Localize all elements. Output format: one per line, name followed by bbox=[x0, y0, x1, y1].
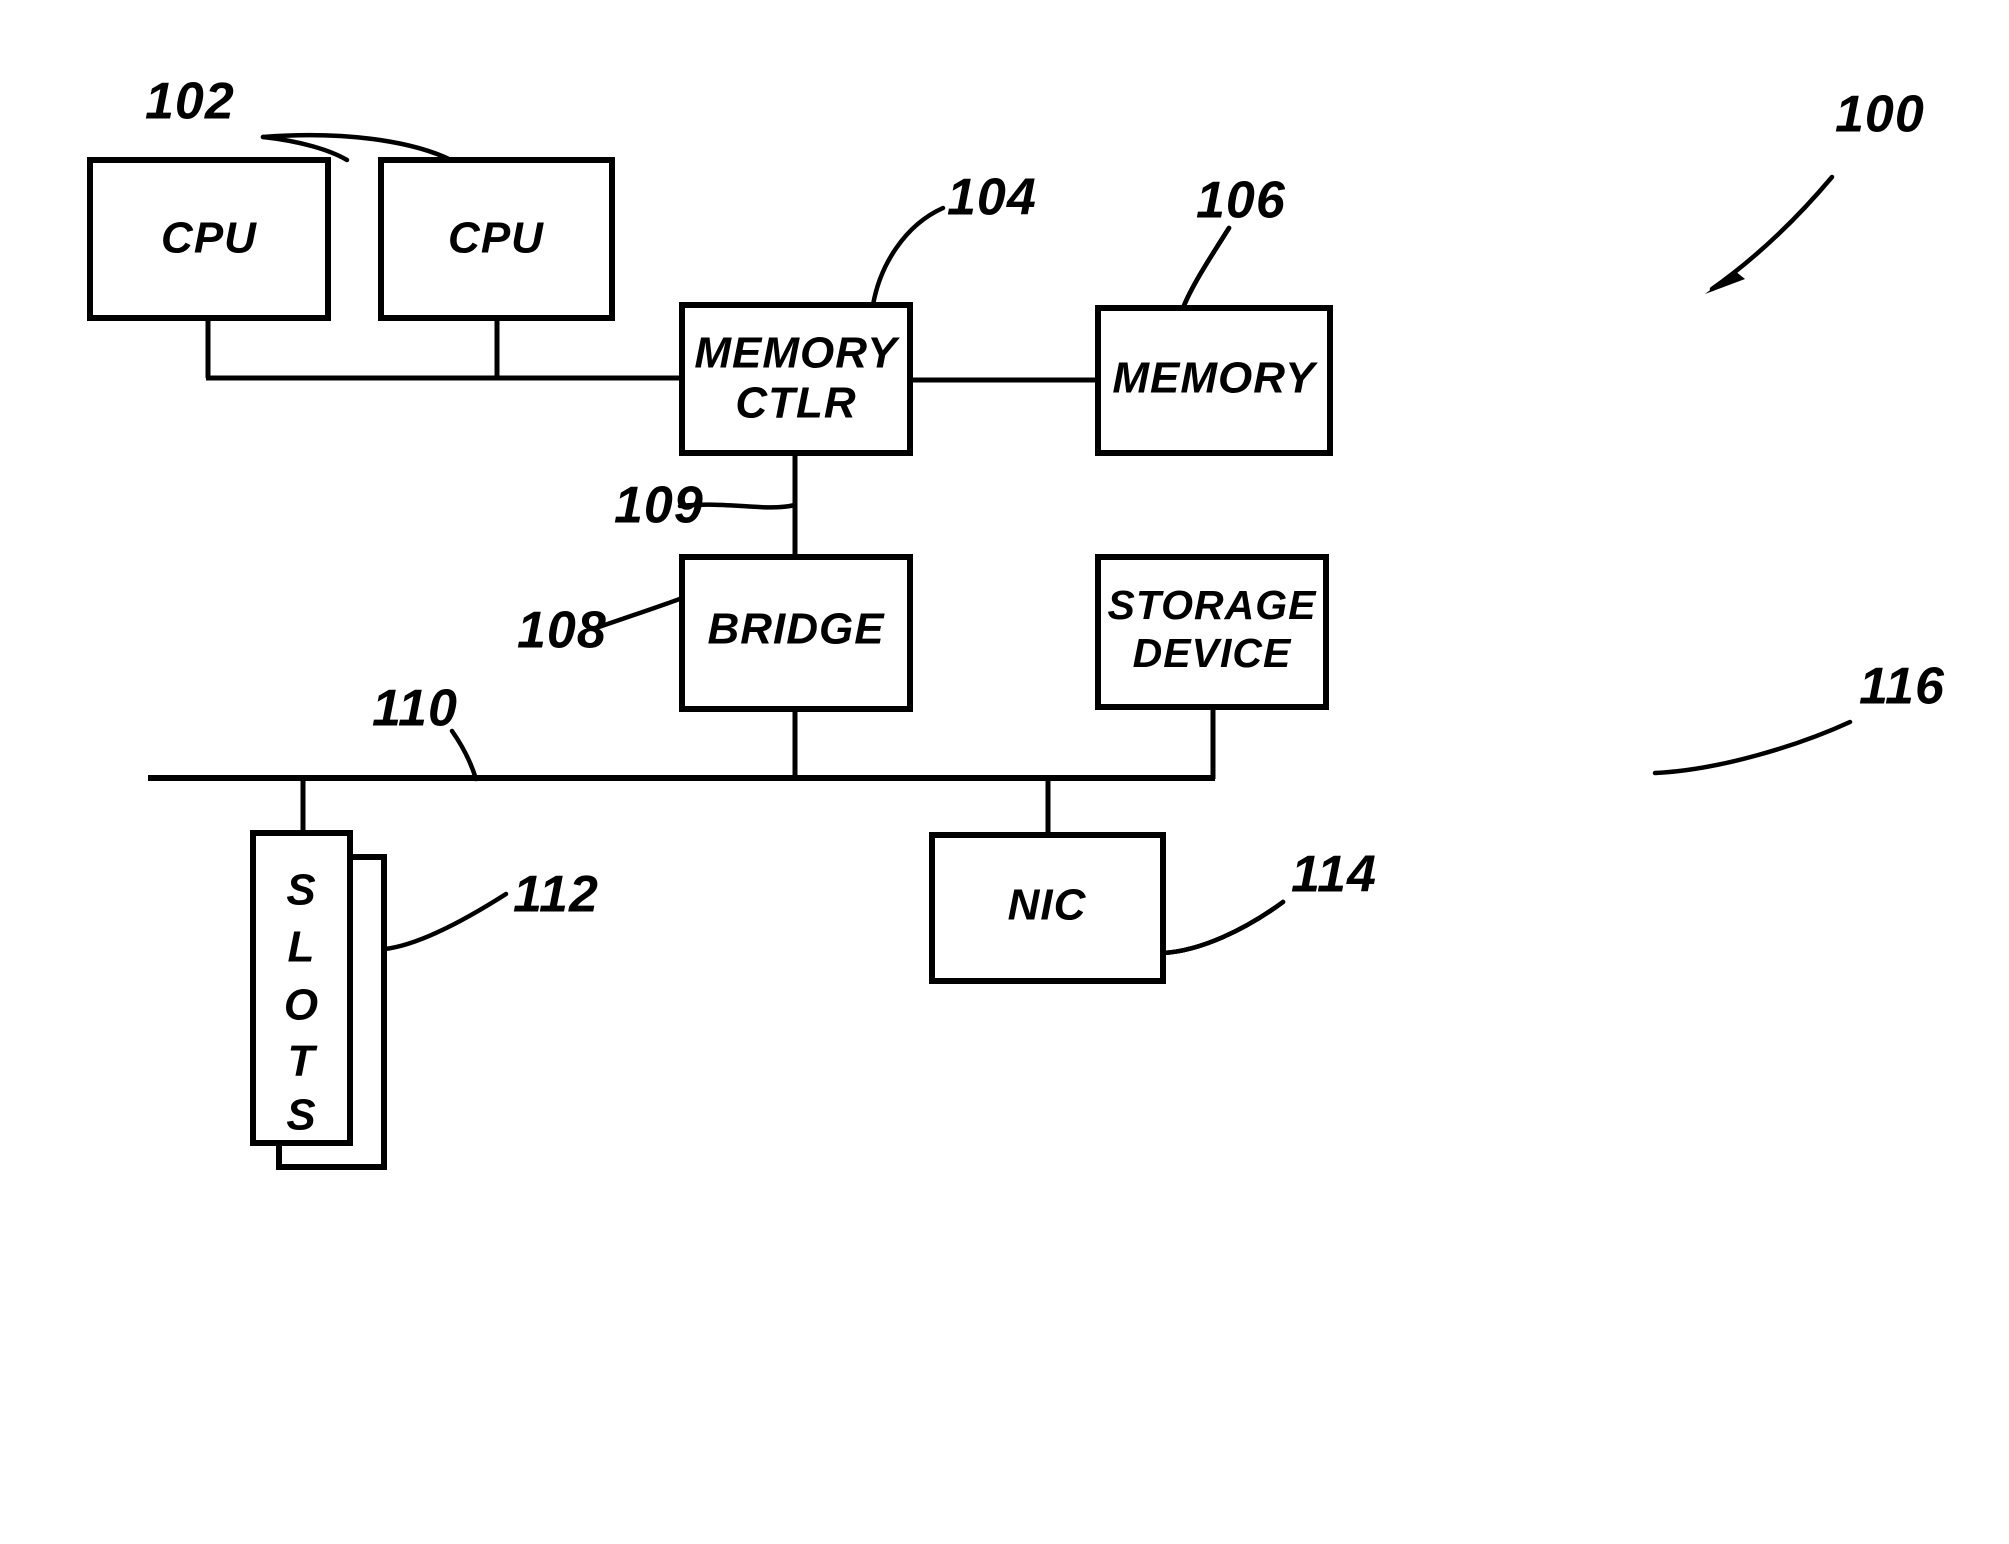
slots-letter-1: L bbox=[288, 923, 315, 972]
memory-controller-label-line2: CTLR bbox=[735, 379, 856, 428]
ref-numeral-116: 116 bbox=[1859, 658, 1945, 716]
leader-114-to-nic-stub bbox=[1160, 899, 1286, 956]
ref-numeral-102: 102 bbox=[145, 73, 235, 131]
ref-numeral-106: 106 bbox=[1196, 172, 1286, 230]
cpu-1-label: CPU bbox=[161, 214, 257, 263]
ref-numeral-114: 114 bbox=[1291, 846, 1377, 904]
nic-label: NIC bbox=[1008, 881, 1087, 930]
storage-device-label-line2: DEVICE bbox=[1133, 630, 1292, 676]
ref-numeral-109: 109 bbox=[614, 477, 704, 535]
slots-letter-2: O bbox=[284, 981, 318, 1030]
leader-102-to-cpu1 bbox=[260, 134, 350, 163]
leader-114-shaft bbox=[1160, 899, 1286, 956]
slots-letter-0: S bbox=[286, 866, 315, 915]
patent-figure: CPU CPU MEMORY CTLR MEMORY BRIDGE STORAG… bbox=[0, 0, 2009, 1544]
leader-100-arrow-shaft bbox=[1709, 174, 1835, 292]
ref-numeral-100: 100 bbox=[1835, 86, 1925, 144]
storage-device-label-line1: STORAGE bbox=[1108, 582, 1318, 628]
memory-label: MEMORY bbox=[1112, 354, 1318, 403]
leader-108-to-bridge bbox=[593, 595, 685, 631]
ref-numeral-110: 110 bbox=[372, 680, 458, 738]
leader-112-to-slots bbox=[382, 891, 509, 952]
leader-114-to-nic bbox=[1160, 899, 1286, 956]
memory-controller-label-line1: MEMORY bbox=[694, 329, 900, 378]
leader-106-shaft bbox=[1180, 225, 1232, 311]
ref-numeral-112: 112 bbox=[513, 866, 599, 924]
slots-letter-4: S bbox=[286, 1091, 315, 1140]
leader-100-arrowhead bbox=[1705, 271, 1745, 294]
cpu-2-label: CPU bbox=[448, 214, 544, 263]
ref-numeral-104: 104 bbox=[947, 169, 1037, 227]
leader-104-to-memory-controller bbox=[870, 205, 946, 308]
bridge-label: BRIDGE bbox=[707, 605, 885, 654]
leader-116-to-storage bbox=[1652, 719, 1853, 776]
slots-letter-3: T bbox=[288, 1037, 318, 1086]
leader-110-to-bus bbox=[449, 728, 479, 782]
ref-numeral-108: 108 bbox=[517, 602, 607, 660]
block-diagram-canvas: CPU CPU MEMORY CTLR MEMORY BRIDGE STORAG… bbox=[87, 73, 1945, 1170]
